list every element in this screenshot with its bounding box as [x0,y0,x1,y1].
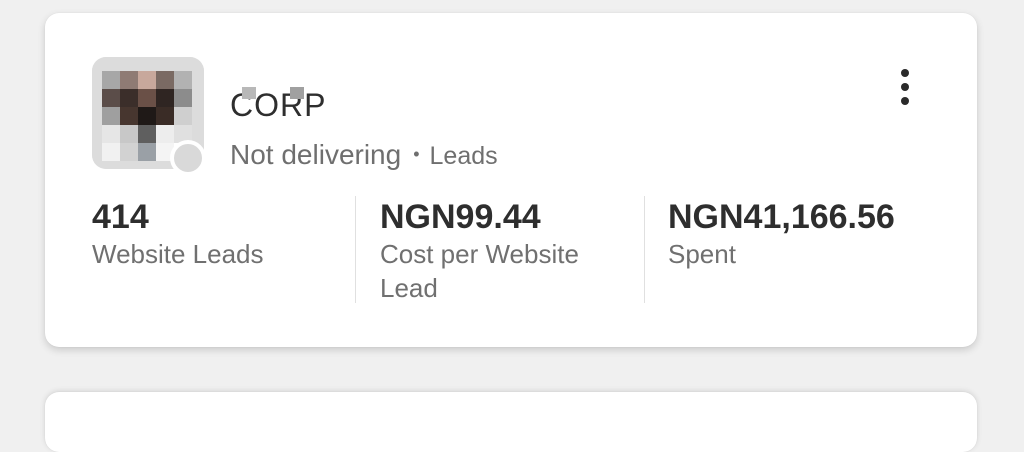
more-vertical-icon-dot [901,97,909,105]
metric-value: 414 [92,198,149,236]
metric-value: NGN99.44 [380,198,541,236]
metric-label: Website Leads [92,239,264,269]
metric-spent: NGN41,166.56 Spent [668,197,968,271]
campaign-card[interactable]: CORP Not delivering • Leads 414 Website Le… [45,13,977,347]
campaign-status-line: Not delivering • Leads [230,139,498,171]
separator-dot: • [413,144,420,164]
more-vertical-icon-dot [901,83,909,91]
more-vertical-icon [901,69,909,77]
campaign-name[interactable]: CORP [230,79,326,119]
redaction-block [242,87,256,99]
metric-website-leads: 414 Website Leads [92,197,342,271]
metric-label: Cost per Website Lead [380,239,579,303]
metric-divider [355,196,356,303]
status-dot [170,140,206,176]
metric-label: Spent [668,239,736,269]
more-options-button[interactable] [887,65,923,109]
delivery-status: Not delivering [230,139,402,170]
campaign-objective: Leads [429,142,498,170]
next-campaign-card[interactable] [45,392,977,452]
redaction-block [290,87,304,99]
metric-cost-per-lead: NGN99.44 Cost per Website Lead [380,197,625,305]
metric-divider [644,196,645,303]
metric-value: NGN41,166.56 [668,198,895,236]
